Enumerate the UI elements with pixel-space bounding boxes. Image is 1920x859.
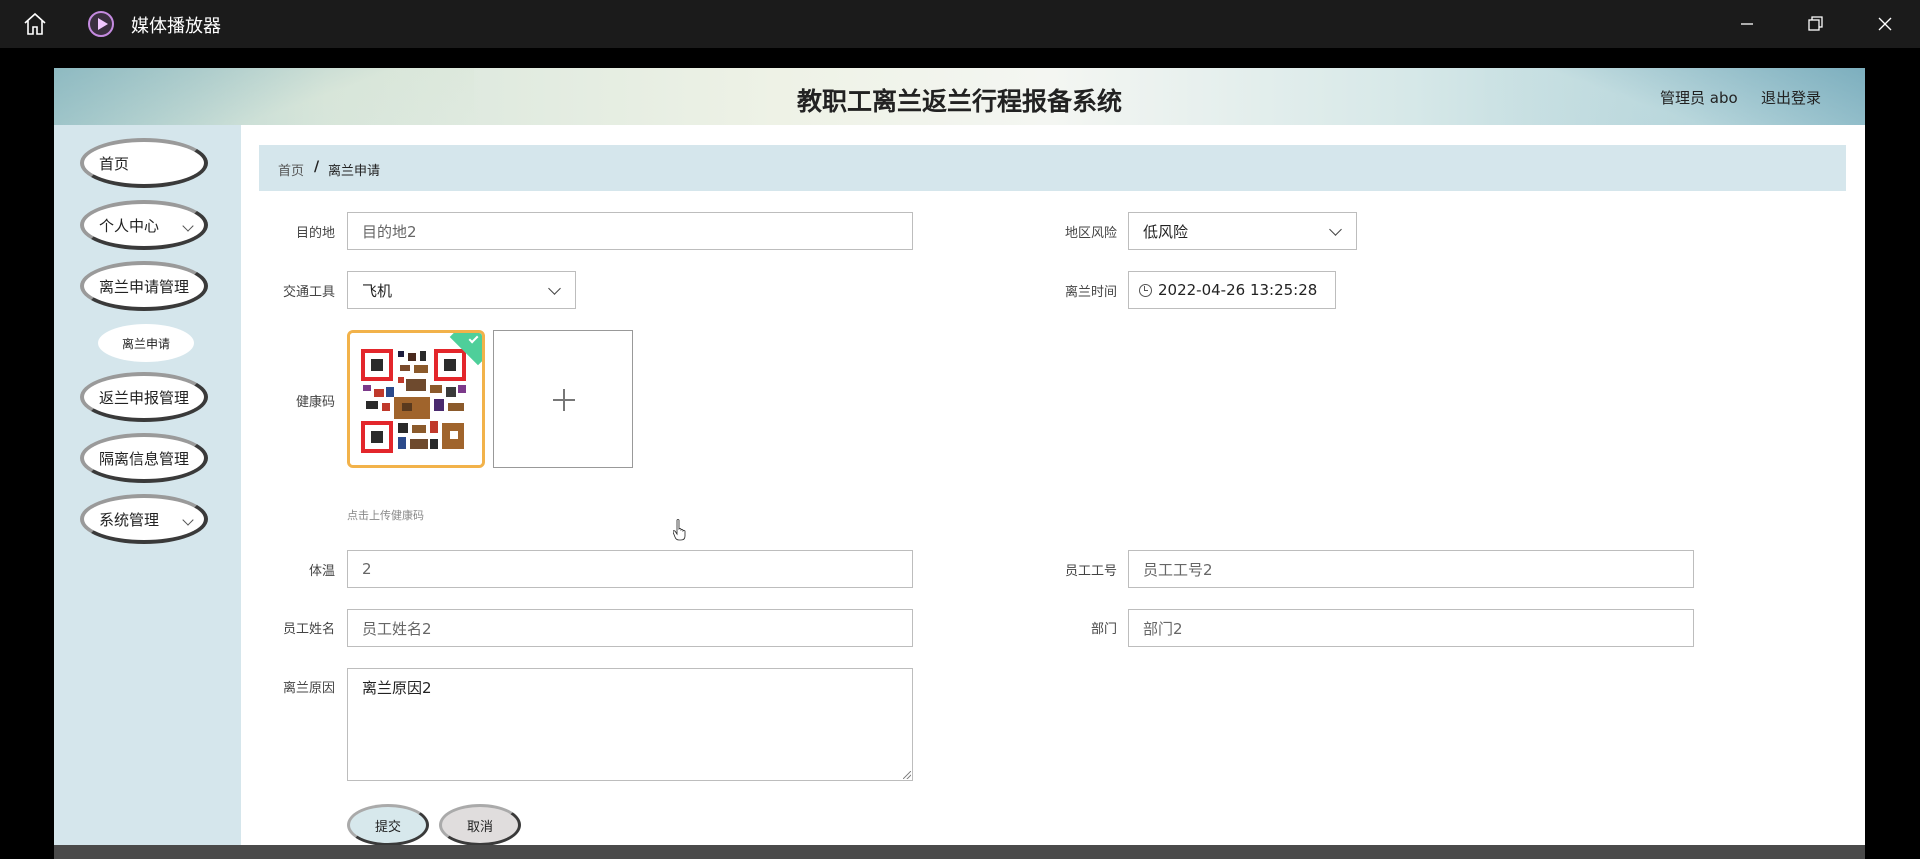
employee-name-placeholder: 员工姓名2 — [362, 619, 432, 638]
logout-link[interactable]: 退出登录 — [1761, 87, 1821, 108]
reason-label: 离兰原因 — [282, 681, 335, 696]
risk-label: 地区风险 — [1064, 226, 1117, 241]
sidebar-item-label: 系统管理 — [99, 510, 160, 529]
chevron-down-icon — [182, 514, 194, 526]
sidebar-item-home[interactable]: 首页 — [80, 138, 208, 188]
breadcrumb-separator: / — [314, 159, 320, 175]
employee-name-label: 员工姓名 — [282, 622, 335, 637]
reason-textarea[interactable]: 离兰原因2 — [347, 668, 913, 781]
department-field[interactable]: 部门2 — [1128, 609, 1694, 647]
transport-select[interactable]: 飞机 — [347, 271, 576, 309]
minimize-icon[interactable] — [1733, 10, 1761, 38]
health-code-hint: 点击上传健康码 — [347, 509, 424, 522]
chevron-down-icon — [1329, 223, 1342, 236]
breadcrumb: 首页 / 离兰申请 — [259, 145, 1846, 191]
sidebar: 首页 个人中心 离兰申请管理 离兰申请 返兰申报管理 隔离信息管理 系统管理 — [54, 125, 241, 845]
temperature-field[interactable]: 2 — [347, 550, 913, 588]
restore-icon[interactable] — [1801, 10, 1829, 38]
sidebar-item-label: 离兰申请 — [121, 336, 170, 351]
system-title: 教职工离兰返兰行程报备系统 — [796, 87, 1122, 116]
department-label: 部门 — [1090, 622, 1117, 637]
window-title: 媒体播放器 — [131, 16, 221, 37]
employee-id-placeholder: 员工工号2 — [1143, 560, 1213, 579]
system-header: 教职工离兰返兰行程报备系统 管理员 abo 退出登录 — [54, 68, 1865, 125]
leave-time-label: 离兰时间 — [1064, 285, 1117, 300]
player-controls-bar — [54, 845, 1865, 859]
cancel-button[interactable]: 取消 — [439, 804, 521, 845]
qr-code-icon — [350, 333, 482, 465]
chevron-down-icon — [182, 220, 194, 232]
home-icon[interactable] — [22, 11, 48, 37]
risk-value: 低风险 — [1143, 222, 1189, 241]
breadcrumb-current: 离兰申请 — [328, 164, 381, 179]
destination-placeholder: 目的地2 — [362, 222, 417, 241]
leave-time-picker[interactable]: 2022-04-26 13:25:28 — [1128, 271, 1336, 309]
plus-icon-vertical — [563, 389, 565, 411]
sidebar-item-leave-management[interactable]: 离兰申请管理 — [80, 261, 208, 311]
media-player-logo-icon — [88, 11, 114, 37]
sidebar-item-system-management[interactable]: 系统管理 — [80, 494, 208, 544]
sidebar-item-label: 首页 — [99, 154, 130, 173]
sidebar-item-label: 离兰申请管理 — [99, 277, 190, 296]
app-viewport: 教职工离兰返兰行程报备系统 管理员 abo 退出登录 首页 个人中心 离兰申请管… — [54, 68, 1865, 845]
destination-field[interactable]: 目的地2 — [347, 212, 913, 250]
sidebar-item-label: 个人中心 — [99, 216, 160, 235]
sidebar-item-label: 返兰申报管理 — [99, 388, 190, 407]
employee-id-label: 员工工号 — [1064, 564, 1117, 579]
employee-id-field[interactable]: 员工工号2 — [1128, 550, 1694, 588]
transport-label: 交通工具 — [282, 285, 335, 300]
hand-cursor-icon — [673, 519, 686, 541]
department-placeholder: 部门2 — [1143, 619, 1183, 638]
close-icon[interactable] — [1871, 10, 1899, 38]
sidebar-item-label: 隔离信息管理 — [99, 449, 190, 468]
window-titlebar: 媒体播放器 — [0, 0, 1920, 48]
risk-select[interactable]: 低风险 — [1128, 212, 1357, 250]
employee-name-field[interactable]: 员工姓名2 — [347, 609, 913, 647]
destination-label: 目的地 — [295, 226, 335, 241]
temperature-placeholder: 2 — [362, 560, 372, 578]
upload-health-code-button[interactable] — [493, 330, 633, 468]
leave-time-value: 2022-04-26 13:25:28 — [1158, 281, 1318, 299]
temperature-label: 体温 — [308, 564, 335, 579]
admin-label: 管理员 abo — [1660, 89, 1738, 107]
sidebar-item-return-management[interactable]: 返兰申报管理 — [80, 372, 208, 422]
submit-button[interactable]: 提交 — [347, 804, 429, 845]
reason-value: 离兰原因2 — [362, 679, 432, 697]
resize-handle[interactable] — [903, 771, 911, 779]
transport-value: 飞机 — [362, 281, 393, 300]
breadcrumb-home[interactable]: 首页 — [278, 160, 304, 179]
health-code-image[interactable] — [347, 330, 485, 468]
health-code-label: 健康码 — [295, 395, 335, 410]
chevron-down-icon — [548, 282, 561, 295]
sidebar-item-quarantine-management[interactable]: 隔离信息管理 — [80, 433, 208, 483]
sidebar-item-personal-center[interactable]: 个人中心 — [80, 200, 208, 250]
sidebar-subitem-leave-application[interactable]: 离兰申请 — [98, 324, 194, 362]
clock-icon — [1139, 283, 1152, 297]
